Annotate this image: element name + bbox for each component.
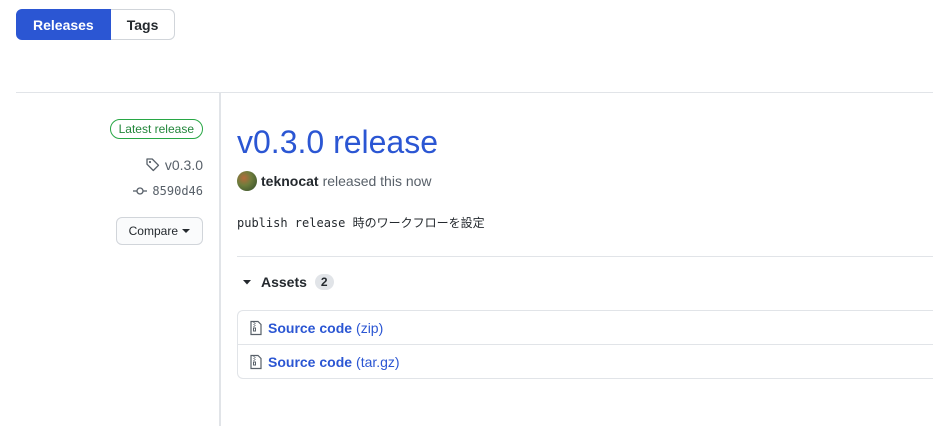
assets-toggle[interactable]: Assets 2 <box>241 274 334 290</box>
tag-icon <box>145 157 161 173</box>
divider <box>16 92 933 93</box>
tag-link[interactable]: v0.3.0 <box>145 157 203 173</box>
assets-count: 2 <box>314 274 334 290</box>
compare-label: Compare <box>128 224 178 238</box>
asset-row[interactable]: Source code (zip) <box>238 311 933 344</box>
tag-label: v0.3.0 <box>164 157 203 173</box>
commit-sha: 8590d46 <box>152 184 203 198</box>
caret-down-icon <box>182 229 190 233</box>
tab-tags[interactable]: Tags <box>110 9 176 40</box>
avatar[interactable] <box>237 171 257 191</box>
assets-list: Source code (zip) Source code (tar.gz) <box>237 310 933 379</box>
release-title[interactable]: v0.3.0 release <box>237 122 438 162</box>
author-suffix: released this now <box>322 173 432 189</box>
asset-name[interactable]: Source code <box>268 320 352 336</box>
author-name[interactable]: teknocat <box>261 173 319 189</box>
file-zip-icon <box>248 320 264 336</box>
release-tabs: Releases Tags <box>16 9 176 40</box>
asset-ext[interactable]: (tar.gz) <box>356 354 400 370</box>
divider <box>237 256 933 257</box>
triangle-down-icon <box>241 276 253 288</box>
compare-button[interactable]: Compare <box>115 217 203 245</box>
file-zip-icon <box>248 354 264 370</box>
asset-name[interactable]: Source code <box>268 354 352 370</box>
latest-release-badge: Latest release <box>109 119 203 139</box>
asset-row[interactable]: Source code (tar.gz) <box>238 344 933 378</box>
commit-link[interactable]: 8590d46 <box>132 183 203 199</box>
release-notes: publish release 時のワークフローを設定 <box>237 216 485 230</box>
release-author: teknocat released this now <box>237 171 432 191</box>
tab-releases[interactable]: Releases <box>16 9 111 40</box>
commit-icon <box>132 183 148 199</box>
timeline-line <box>219 92 221 426</box>
assets-label: Assets <box>261 274 307 290</box>
asset-ext[interactable]: (zip) <box>356 320 383 336</box>
